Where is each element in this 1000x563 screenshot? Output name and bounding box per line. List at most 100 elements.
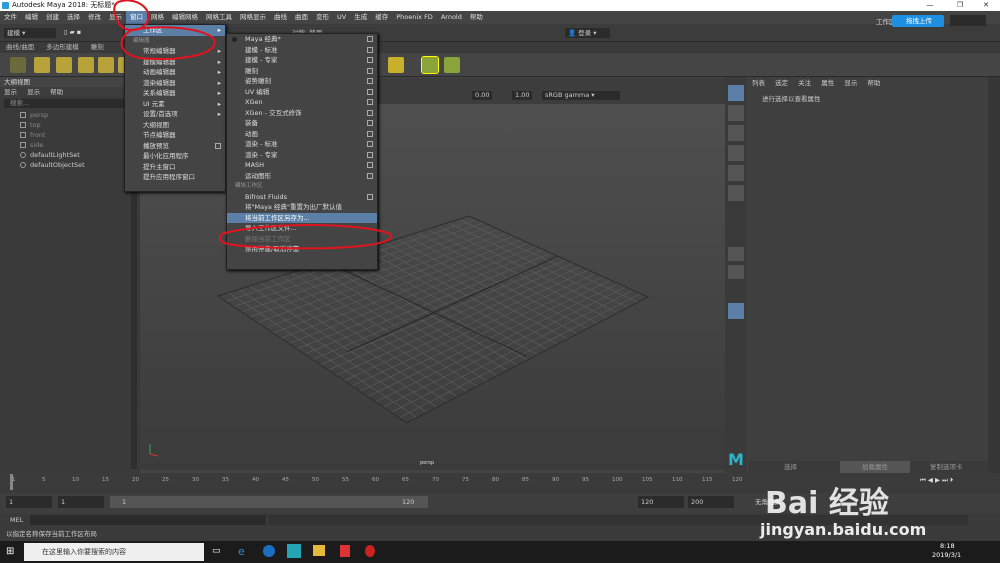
open-scene-icon[interactable]: ▰ bbox=[70, 28, 75, 36]
workspace-dropdown[interactable] bbox=[950, 15, 986, 26]
menu-2[interactable]: 创建 bbox=[42, 11, 63, 24]
restore-button[interactable]: ❐ bbox=[946, 0, 974, 11]
upload-button[interactable]: 拖拽上传 bbox=[892, 15, 944, 27]
maya-taskbar-icon[interactable] bbox=[287, 544, 301, 558]
ae-menu-selected[interactable]: 选定 bbox=[771, 77, 792, 89]
workspace-menu-item-12[interactable]: MASH bbox=[227, 160, 377, 171]
qq-icon[interactable] bbox=[365, 545, 375, 557]
option-box-icon[interactable] bbox=[367, 67, 373, 74]
outliner-menu-help[interactable]: 帮助 bbox=[46, 88, 67, 96]
point-light-icon[interactable] bbox=[56, 57, 72, 73]
menu-17[interactable]: Phoenix FD bbox=[392, 11, 437, 24]
gamma-field[interactable]: 1.00 bbox=[512, 91, 532, 100]
menu-13[interactable]: 变形 bbox=[312, 11, 333, 24]
workspace-menu-item-17[interactable]: 将当前工作区另存为... bbox=[227, 212, 377, 223]
outliner-item-front[interactable]: front bbox=[0, 130, 140, 140]
menu-18[interactable]: Arnold bbox=[437, 11, 466, 24]
outliner-item-object-set[interactable]: defaultObjectSet bbox=[0, 160, 140, 170]
ae-menu-focus[interactable]: 关注 bbox=[794, 77, 815, 89]
window-menu-item-11[interactable]: 播放预览 bbox=[125, 141, 225, 152]
menu-5[interactable]: 显示 bbox=[105, 11, 126, 24]
option-box-icon[interactable] bbox=[367, 99, 373, 105]
option-box-icon[interactable] bbox=[215, 142, 221, 149]
color-space-dropdown[interactable]: sRGB gamma ▾ bbox=[542, 91, 620, 100]
option-box-icon[interactable] bbox=[367, 120, 373, 126]
outliner-item-side[interactable]: side bbox=[0, 140, 140, 150]
side-tab-strip[interactable] bbox=[988, 77, 1000, 473]
sun-light-icon[interactable] bbox=[34, 57, 50, 73]
start-time-field[interactable]: 1 bbox=[6, 496, 52, 508]
ae-load-attr-button[interactable]: 加载属性 bbox=[840, 461, 910, 473]
window-menu-item-0[interactable]: 工作区 ▸ bbox=[125, 25, 225, 36]
workspace-menu-item-15[interactable]: Bifrost Fluids bbox=[227, 192, 377, 203]
option-box-icon[interactable] bbox=[367, 109, 373, 116]
ae-menu-list[interactable]: 列表 bbox=[748, 77, 769, 89]
option-box-icon[interactable] bbox=[367, 46, 373, 53]
window-menu-item-4[interactable]: 动画编辑器 ▸ bbox=[125, 67, 225, 78]
workspace-menu-item-8[interactable]: 装备 bbox=[227, 118, 377, 129]
playback-end-field[interactable]: 120 bbox=[638, 496, 684, 508]
workspace-menu-item-2[interactable]: 建模 - 专家 bbox=[227, 55, 377, 66]
paint-tool-icon[interactable] bbox=[728, 125, 744, 141]
playback-controls[interactable]: ⏮ ◀ ▶ ⏭ ⏵ bbox=[920, 476, 998, 488]
ipr-render-icon[interactable] bbox=[421, 56, 439, 74]
window-menu-item-7[interactable]: UI 元素 ▸ bbox=[125, 99, 225, 110]
ae-menu-help[interactable]: 帮助 bbox=[863, 77, 884, 89]
file-explorer-icon[interactable] bbox=[313, 545, 325, 556]
outliner-item-light-set[interactable]: defaultLightSet bbox=[0, 150, 140, 160]
layout-custom-icon[interactable] bbox=[728, 303, 744, 319]
menu-19[interactable]: 帮助 bbox=[466, 11, 487, 24]
layout-four-icon[interactable] bbox=[728, 265, 744, 279]
workspace-menu-item-10[interactable]: 渲染 - 标准 bbox=[227, 139, 377, 150]
taskbar-search-input[interactable]: 在这里输入你要搜索的内容 bbox=[24, 543, 204, 561]
windows-start-icon[interactable]: ⊞ bbox=[6, 546, 14, 557]
workspace-menu-item-4[interactable]: 姿势雕刻 bbox=[227, 76, 377, 87]
ae-copy-tab-button[interactable]: 复制选项卡 bbox=[930, 461, 963, 473]
render-icon[interactable] bbox=[388, 57, 404, 73]
window-menu-item-2[interactable]: 常规编辑器 ▸ bbox=[125, 46, 225, 57]
menu-3[interactable]: 选择 bbox=[63, 11, 84, 24]
mel-input[interactable] bbox=[30, 515, 266, 525]
window-menu-item-14[interactable]: 提升应用程序窗口 bbox=[125, 172, 225, 183]
mode-dropdown[interactable]: 建模 ▾ bbox=[4, 28, 56, 38]
window-menu-item-3[interactable]: 建模编辑器 ▸ bbox=[125, 57, 225, 68]
mel-label[interactable]: MEL bbox=[0, 516, 23, 524]
option-box-icon[interactable] bbox=[367, 193, 373, 200]
close-button[interactable]: ✕ bbox=[972, 0, 1000, 11]
outliner-search-input[interactable]: 搜索... bbox=[4, 99, 136, 108]
spot-light-icon[interactable] bbox=[78, 57, 94, 73]
window-menu-item-12[interactable]: 最小化应用程序 bbox=[125, 151, 225, 162]
shelf-tab-1[interactable]: 多边形建模 bbox=[40, 42, 85, 53]
ae-select-button[interactable]: 选择 bbox=[784, 461, 797, 473]
settings-gear-icon[interactable] bbox=[10, 57, 26, 73]
window-menu-item-9[interactable]: 大纲视图 bbox=[125, 120, 225, 131]
render-settings-icon[interactable] bbox=[444, 57, 460, 73]
outliner-item-persp[interactable]: persp bbox=[0, 110, 140, 120]
range-slider[interactable]: 1 120 bbox=[110, 496, 428, 508]
workspace-menu-item-19[interactable]: 删除当前工作区 bbox=[227, 234, 377, 245]
menu-9[interactable]: 网格工具 bbox=[202, 11, 236, 24]
outliner-menu-show[interactable]: 显示 bbox=[23, 88, 44, 96]
workspace-menu-item-5[interactable]: UV 编辑 bbox=[227, 87, 377, 98]
window-menu-item-8[interactable]: 设置/首选项 ▸ bbox=[125, 109, 225, 120]
workspace-menu-item-6[interactable]: XGen bbox=[227, 97, 377, 108]
new-scene-icon[interactable]: ▯ bbox=[64, 28, 68, 36]
option-box-icon[interactable] bbox=[367, 78, 373, 84]
window-menu-item-6[interactable]: 关系编辑器 ▸ bbox=[125, 88, 225, 99]
browser-icon[interactable] bbox=[263, 545, 275, 557]
window-menu-item-10[interactable]: 节点编辑器 bbox=[125, 130, 225, 141]
edge-browser-icon[interactable]: e bbox=[238, 545, 245, 558]
pdf-icon[interactable] bbox=[340, 545, 350, 557]
layout-single-icon[interactable] bbox=[728, 247, 744, 261]
workspace-menu-item-20[interactable]: 禁用停靠/取消停靠 bbox=[227, 244, 377, 255]
menu-6[interactable]: 窗口 bbox=[126, 11, 147, 24]
workspace-menu-item-1[interactable]: 建模 - 标准 bbox=[227, 45, 377, 56]
outliner-menu-display[interactable]: 显示 bbox=[0, 88, 21, 96]
lasso-tool-icon[interactable] bbox=[728, 105, 744, 121]
option-box-icon[interactable] bbox=[367, 141, 373, 147]
outliner-item-top[interactable]: top bbox=[0, 120, 140, 130]
option-box-icon[interactable] bbox=[367, 57, 373, 63]
option-box-icon[interactable] bbox=[367, 130, 373, 137]
menu-8[interactable]: 编辑网格 bbox=[168, 11, 202, 24]
login-dropdown[interactable]: 👤 登录 ▾ bbox=[565, 28, 610, 38]
